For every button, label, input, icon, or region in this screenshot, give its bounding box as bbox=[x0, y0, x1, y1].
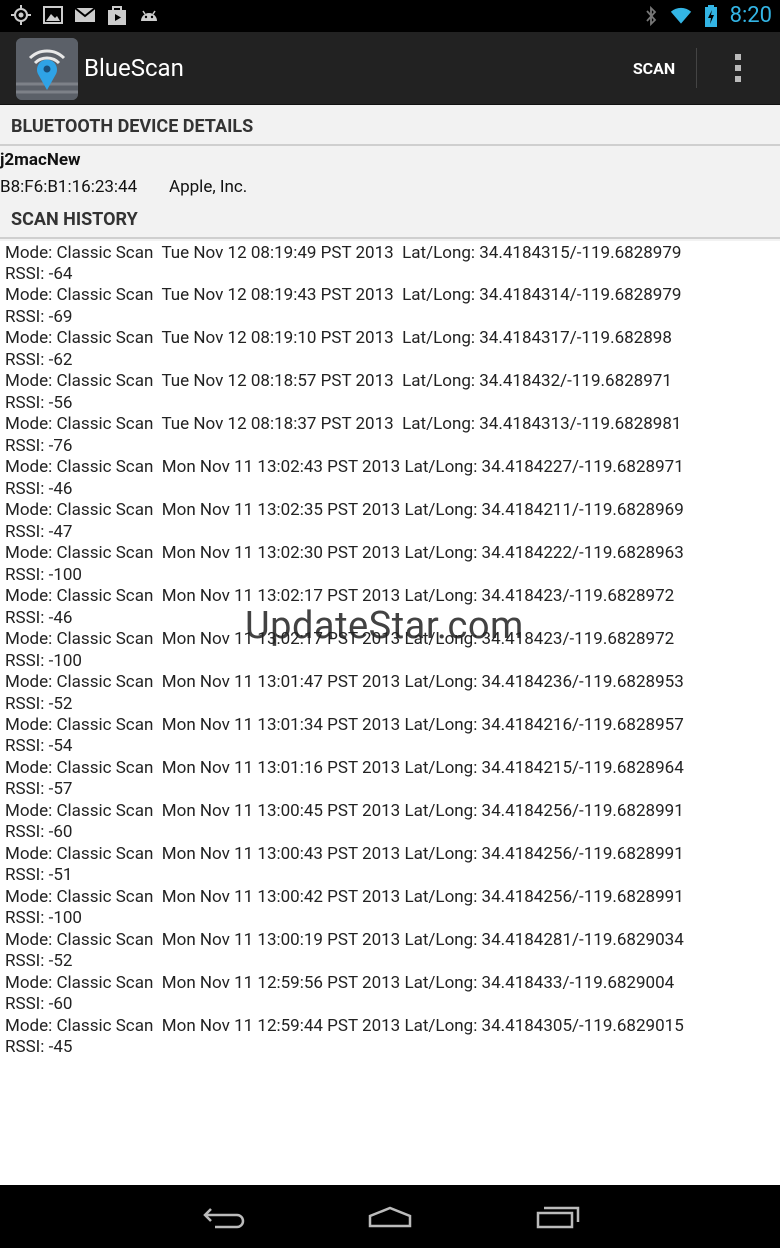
navigation-bar bbox=[0, 1185, 780, 1248]
scan-history-header: SCAN HISTORY bbox=[0, 207, 780, 239]
scan-entry-rssi: RSSI: -52 bbox=[5, 693, 73, 714]
scan-entry-detail: Mode: Classic Scan Mon Nov 11 13:00:42 P… bbox=[5, 886, 684, 907]
scan-history-entry: Mode: Classic Scan Tue Nov 12 08:19:49 P… bbox=[5, 243, 775, 286]
scan-entry-rssi: RSSI: -45 bbox=[5, 1037, 73, 1058]
scan-entry-detail: Mode: Classic Scan Mon Nov 11 13:00:45 P… bbox=[5, 800, 684, 821]
scan-entry-detail: Mode: Classic Scan Tue Nov 12 08:18:37 P… bbox=[5, 414, 682, 435]
system-status-icons: 8:20 bbox=[640, 2, 772, 30]
scan-history-entry: Mode: Classic Scan Tue Nov 12 08:19:43 P… bbox=[5, 285, 775, 328]
notification-icons bbox=[10, 4, 160, 26]
overflow-menu-icon[interactable] bbox=[720, 46, 756, 90]
wifi-icon bbox=[670, 5, 692, 27]
scan-history-entry: Mode: Classic Scan Mon Nov 11 13:02:35 P… bbox=[5, 500, 775, 543]
scan-entry-detail: Mode: Classic Scan Tue Nov 12 08:19:43 P… bbox=[5, 285, 682, 306]
gallery-icon bbox=[42, 4, 64, 26]
action-bar: BlueScan SCAN bbox=[0, 32, 780, 105]
scan-entry-rssi: RSSI: -52 bbox=[5, 951, 73, 972]
bluetooth-icon bbox=[640, 5, 662, 27]
gmail-icon bbox=[74, 4, 96, 26]
scan-entry-rssi: RSSI: -100 bbox=[5, 564, 82, 585]
scan-entry-detail: Mode: Classic Scan Tue Nov 12 08:19:49 P… bbox=[5, 242, 682, 263]
scan-entry-rssi: RSSI: -57 bbox=[5, 779, 73, 800]
scan-history-entry: Mode: Classic Scan Mon Nov 11 13:01:16 P… bbox=[5, 758, 775, 801]
scan-entry-rssi: RSSI: -100 bbox=[5, 650, 82, 671]
app-icon[interactable] bbox=[16, 38, 78, 100]
status-bar: 8:20 bbox=[0, 0, 780, 32]
scan-history-entry: Mode: Classic Scan Mon Nov 11 12:59:56 P… bbox=[5, 973, 775, 1016]
scan-history-entry: Mode: Classic Scan Mon Nov 11 13:00:42 P… bbox=[5, 887, 775, 930]
scan-entry-detail: Mode: Classic Scan Mon Nov 11 13:02:43 P… bbox=[5, 457, 684, 478]
scan-entry-rssi: RSSI: -47 bbox=[5, 521, 73, 542]
scan-history-entry: Mode: Classic Scan Tue Nov 12 08:18:37 P… bbox=[5, 414, 775, 457]
back-icon[interactable] bbox=[194, 1197, 254, 1237]
play-store-icon bbox=[106, 4, 128, 26]
scan-entry-rssi: RSSI: -100 bbox=[5, 908, 82, 929]
scan-history-entry: Mode: Classic Scan Mon Nov 11 13:02:43 P… bbox=[5, 457, 775, 500]
home-icon[interactable] bbox=[360, 1197, 420, 1237]
gps-icon bbox=[10, 4, 32, 26]
scan-history-entry: Mode: Classic Scan Mon Nov 11 13:01:34 P… bbox=[5, 715, 775, 758]
scan-entry-rssi: RSSI: -60 bbox=[5, 994, 73, 1015]
watermark: UpdateStar.com bbox=[245, 604, 524, 648]
scan-history-entry: Mode: Classic Scan Mon Nov 11 13:00:19 P… bbox=[5, 930, 775, 973]
scan-entry-rssi: RSSI: -60 bbox=[5, 822, 73, 843]
scan-entry-detail: Mode: Classic Scan Mon Nov 11 13:02:30 P… bbox=[5, 543, 684, 564]
scan-history-entry: Mode: Classic Scan Mon Nov 11 13:01:47 P… bbox=[5, 672, 775, 715]
app-title: BlueScan bbox=[84, 54, 184, 82]
scan-history-list[interactable]: Mode: Classic Scan Tue Nov 12 08:19:49 P… bbox=[0, 241, 780, 1185]
scan-entry-rssi: RSSI: -69 bbox=[5, 306, 73, 327]
scan-history-entry: Mode: Classic Scan Mon Nov 11 12:59:44 P… bbox=[5, 1016, 775, 1059]
scan-entry-detail: Mode: Classic Scan Tue Nov 12 08:19:10 P… bbox=[5, 328, 672, 349]
android-icon bbox=[138, 4, 160, 26]
scan-entry-detail: Mode: Classic Scan Mon Nov 11 12:59:56 P… bbox=[5, 972, 675, 993]
scan-entry-detail: Mode: Classic Scan Mon Nov 11 13:01:34 P… bbox=[5, 714, 684, 735]
scan-history-entry: Mode: Classic Scan Tue Nov 12 08:18:57 P… bbox=[5, 371, 775, 414]
scan-entry-detail: Mode: Classic Scan Mon Nov 11 13:01:16 P… bbox=[5, 757, 684, 778]
scan-entry-detail: Mode: Classic Scan Mon Nov 11 13:01:47 P… bbox=[5, 672, 684, 692]
scan-history-entry: Mode: Classic Scan Mon Nov 11 13:02:30 P… bbox=[5, 543, 775, 586]
device-mac-address: B8:F6:B1:16:23:44 bbox=[0, 177, 138, 197]
device-name: j2macNew bbox=[0, 150, 81, 170]
scan-history-entry: Mode: Classic Scan Mon Nov 11 13:00:43 P… bbox=[5, 844, 775, 887]
scan-entry-detail: Mode: Classic Scan Tue Nov 12 08:18:57 P… bbox=[5, 371, 672, 392]
device-details-header: BLUETOOTH DEVICE DETAILS bbox=[0, 114, 780, 146]
scan-history-entry: Mode: Classic Scan Tue Nov 12 08:19:10 P… bbox=[5, 328, 775, 371]
scan-entry-detail: Mode: Classic Scan Mon Nov 11 13:02:35 P… bbox=[5, 500, 684, 521]
scan-entry-detail: Mode: Classic Scan Mon Nov 11 13:00:43 P… bbox=[5, 843, 684, 864]
scan-entry-detail: Mode: Classic Scan Mon Nov 11 12:59:44 P… bbox=[5, 1015, 684, 1036]
scan-entry-rssi: RSSI: -62 bbox=[5, 349, 73, 370]
scan-entry-rssi: RSSI: -64 bbox=[5, 264, 73, 284]
scan-entry-rssi: RSSI: -76 bbox=[5, 435, 73, 456]
scan-entry-rssi: RSSI: -46 bbox=[5, 478, 73, 499]
battery-icon bbox=[700, 5, 722, 27]
device-vendor: Apple, Inc. bbox=[169, 177, 248, 197]
clock: 8:20 bbox=[729, 3, 772, 28]
action-bar-divider bbox=[696, 48, 697, 88]
scan-entry-rssi: RSSI: -51 bbox=[5, 865, 73, 886]
scan-history-entry: Mode: Classic Scan Mon Nov 11 13:00:45 P… bbox=[5, 801, 775, 844]
recent-apps-icon[interactable] bbox=[528, 1197, 588, 1237]
scan-entry-detail: Mode: Classic Scan Mon Nov 11 13:00:19 P… bbox=[5, 929, 684, 950]
scan-entry-rssi: RSSI: -56 bbox=[5, 392, 73, 413]
scan-button[interactable]: SCAN bbox=[616, 46, 692, 90]
scan-entry-rssi: RSSI: -54 bbox=[5, 736, 73, 757]
